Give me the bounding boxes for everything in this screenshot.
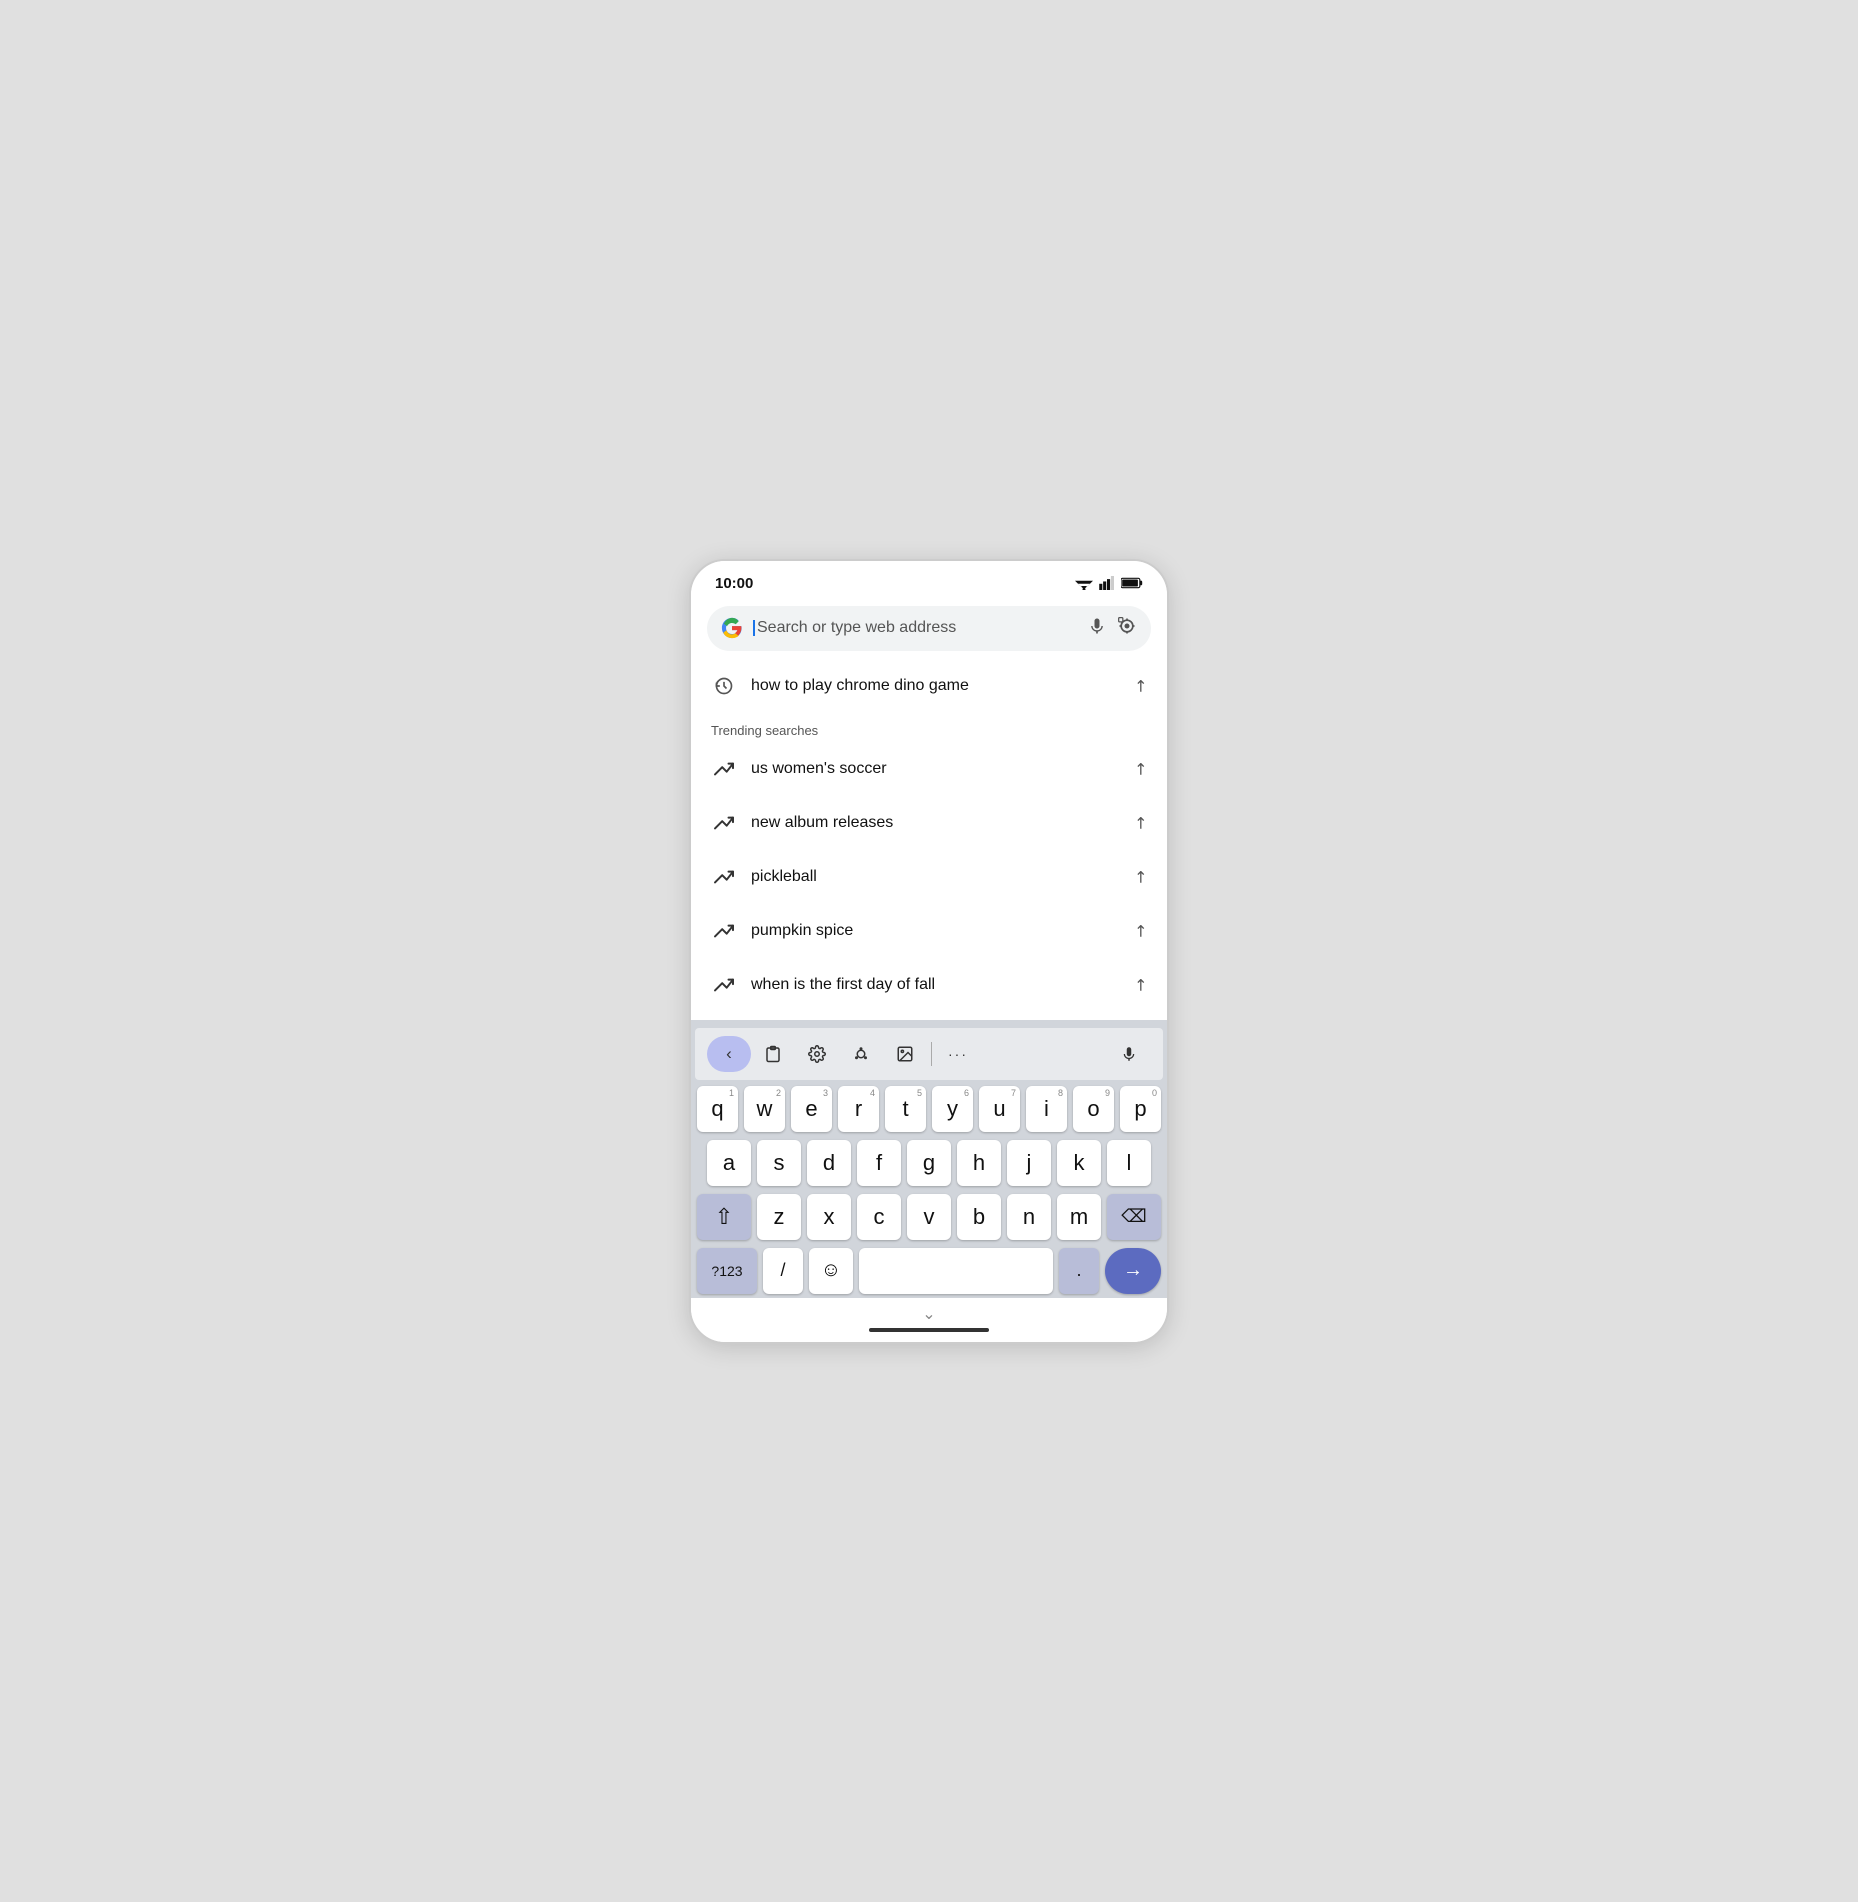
toolbar-divider [931, 1042, 932, 1066]
trending-icon-1 [711, 810, 737, 836]
key-z[interactable]: z [757, 1194, 801, 1240]
phone-frame: 10:00 [689, 559, 1169, 1344]
chevron-down-icon: ⌄ [922, 1304, 935, 1324]
keyboard-area: ‹ [691, 1020, 1167, 1298]
arrow-icon-0: ↗ [1128, 757, 1152, 781]
recent-search-text: how to play chrome dino game [751, 677, 1120, 695]
trending-icon-0 [711, 756, 737, 782]
search-bar-container: Search or type web address [691, 600, 1167, 659]
key-h[interactable]: h [957, 1140, 1001, 1186]
key-row-3: ⇧ z x c v b n m ⌫ [697, 1194, 1161, 1240]
trending-icon-3 [711, 918, 737, 944]
search-input[interactable]: Search or type web address [753, 619, 1077, 637]
search-bar[interactable]: Search or type web address [707, 606, 1151, 651]
key-c[interactable]: c [857, 1194, 901, 1240]
status-time: 10:00 [715, 575, 753, 592]
cursor [753, 620, 755, 636]
key-k[interactable]: k [1057, 1140, 1101, 1186]
key-g[interactable]: g [907, 1140, 951, 1186]
arrow-icon-3: ↗ [1128, 919, 1152, 943]
trending-text-3: pumpkin spice [751, 922, 1120, 940]
trending-text-4: when is the first day of fall [751, 976, 1120, 994]
key-shift[interactable]: ⇧ [697, 1194, 751, 1240]
trending-text-0: us women's soccer [751, 760, 1120, 778]
home-indicator [869, 1328, 989, 1332]
key-l[interactable]: l [1107, 1140, 1151, 1186]
key-go[interactable]: → [1105, 1248, 1161, 1294]
status-icons [1075, 576, 1143, 590]
key-i[interactable]: i8 [1026, 1086, 1067, 1132]
key-n[interactable]: n [1007, 1194, 1051, 1240]
key-v[interactable]: v [907, 1194, 951, 1240]
home-area: ⌄ [691, 1298, 1167, 1342]
key-row-2: a s d f g h j k l [697, 1140, 1161, 1186]
signal-icon [1099, 576, 1115, 590]
battery-icon [1121, 577, 1143, 589]
lens-icon[interactable] [1117, 616, 1137, 641]
key-e[interactable]: e3 [791, 1086, 832, 1132]
key-emoji[interactable]: ☺ [809, 1248, 853, 1294]
key-s[interactable]: s [757, 1140, 801, 1186]
trending-item-0[interactable]: us women's soccer ↗ [691, 742, 1167, 796]
key-row-1: q1 w2 e3 r4 t5 y6 u7 i8 o9 p0 [697, 1086, 1161, 1132]
key-x[interactable]: x [807, 1194, 851, 1240]
keyboard-toolbar: ‹ [695, 1028, 1163, 1080]
trending-item-1[interactable]: new album releases ↗ [691, 796, 1167, 850]
trending-item-2[interactable]: pickleball ↗ [691, 850, 1167, 904]
key-j[interactable]: j [1007, 1140, 1051, 1186]
toolbar-image-btn[interactable] [883, 1036, 927, 1072]
key-a[interactable]: a [707, 1140, 751, 1186]
toolbar-clipboard-btn[interactable] [751, 1036, 795, 1072]
arrow-icon-2: ↗ [1128, 865, 1152, 889]
trending-item-3[interactable]: pumpkin spice ↗ [691, 904, 1167, 958]
google-logo [721, 617, 743, 639]
wifi-icon [1075, 576, 1093, 590]
trending-text-1: new album releases [751, 814, 1120, 832]
key-num-switch[interactable]: ?123 [697, 1248, 757, 1294]
arrow-icon-recent: ↗ [1128, 674, 1152, 698]
key-f[interactable]: f [857, 1140, 901, 1186]
history-icon [711, 673, 737, 699]
key-q[interactable]: q1 [697, 1086, 738, 1132]
key-d[interactable]: d [807, 1140, 851, 1186]
key-row-bottom: ?123 / ☺ . → [697, 1248, 1161, 1294]
arrow-icon-1: ↗ [1128, 811, 1152, 835]
key-t[interactable]: t5 [885, 1086, 926, 1132]
key-p[interactable]: p0 [1120, 1086, 1161, 1132]
trending-icon-4 [711, 972, 737, 998]
toolbar-more-btn[interactable]: ··· [936, 1036, 980, 1072]
mic-icon[interactable] [1087, 616, 1107, 641]
trending-label: Trending searches [691, 713, 1167, 742]
key-period[interactable]: . [1059, 1248, 1099, 1294]
key-u[interactable]: u7 [979, 1086, 1020, 1132]
toolbar-theme-btn[interactable] [839, 1036, 883, 1072]
key-m[interactable]: m [1057, 1194, 1101, 1240]
trending-item-4[interactable]: when is the first day of fall ↗ [691, 958, 1167, 1012]
arrow-icon-4: ↗ [1128, 973, 1152, 997]
key-b[interactable]: b [957, 1194, 1001, 1240]
key-r[interactable]: r4 [838, 1086, 879, 1132]
key-y[interactable]: y6 [932, 1086, 973, 1132]
trending-text-2: pickleball [751, 868, 1120, 886]
status-bar: 10:00 [691, 561, 1167, 600]
key-w[interactable]: w2 [744, 1086, 785, 1132]
trending-icon-2 [711, 864, 737, 890]
toolbar-settings-btn[interactable] [795, 1036, 839, 1072]
keyboard-rows: q1 w2 e3 r4 t5 y6 u7 i8 o9 p0 a s d f g … [695, 1086, 1163, 1294]
key-o[interactable]: o9 [1073, 1086, 1114, 1132]
suggestions-list: how to play chrome dino game ↗ Trending … [691, 659, 1167, 1020]
key-backspace[interactable]: ⌫ [1107, 1194, 1161, 1240]
recent-search-item[interactable]: how to play chrome dino game ↗ [691, 659, 1167, 713]
toolbar-mic-btn[interactable] [1107, 1036, 1151, 1072]
search-placeholder: Search or type web address [757, 619, 956, 636]
key-space[interactable] [859, 1248, 1053, 1294]
toolbar-back-btn[interactable]: ‹ [707, 1036, 751, 1072]
key-slash[interactable]: / [763, 1248, 803, 1294]
